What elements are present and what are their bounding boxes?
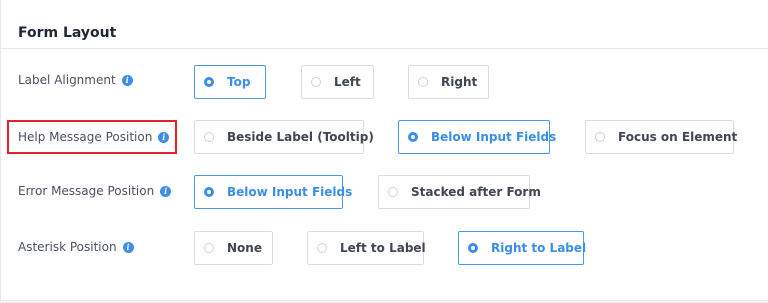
help-message-option-tooltip[interactable]: Beside Label (Tooltip) xyxy=(194,120,374,154)
form-layout-panel: Form Layout Label Alignment i Top Left R… xyxy=(0,0,768,301)
label-alignment-option-top[interactable]: Top xyxy=(194,65,266,99)
info-icon[interactable]: i xyxy=(121,74,133,86)
asterisk-option-left-to-label[interactable]: Left to Label xyxy=(307,231,426,265)
label-alignment-label: Label Alignment i xyxy=(18,73,133,87)
radio-button[interactable] xyxy=(317,243,327,253)
help-message-option-below-input[interactable]: Below Input Fields xyxy=(398,120,556,154)
info-icon[interactable]: i xyxy=(160,185,172,197)
radio-button[interactable] xyxy=(204,77,214,87)
label-alignment-option-left[interactable]: Left xyxy=(301,65,374,99)
section-title: Form Layout xyxy=(18,25,117,41)
radio-button[interactable] xyxy=(388,187,398,197)
radio-button[interactable] xyxy=(204,243,214,253)
radio-button[interactable] xyxy=(595,132,605,142)
error-message-option-stacked[interactable]: Stacked after Form xyxy=(378,175,541,209)
info-icon[interactable]: i xyxy=(122,241,134,253)
asterisk-position-label: Asterisk Position i xyxy=(18,240,134,254)
label-alignment-option-right[interactable]: Right xyxy=(408,65,489,99)
radio-button[interactable] xyxy=(408,132,418,142)
radio-button[interactable] xyxy=(204,187,214,197)
radio-button[interactable] xyxy=(418,77,428,87)
error-message-position-label: Error Message Position i xyxy=(18,184,172,198)
asterisk-option-none[interactable]: None xyxy=(194,231,273,265)
asterisk-option-right-to-label[interactable]: Right to Label xyxy=(458,231,586,265)
radio-button[interactable] xyxy=(311,77,321,87)
help-message-position-label: Help Message Position i xyxy=(18,130,170,144)
radio-button[interactable] xyxy=(204,132,214,142)
help-message-option-focus[interactable]: Focus on Element xyxy=(585,120,737,154)
info-icon[interactable]: i xyxy=(158,131,170,143)
error-message-option-below-input[interactable]: Below Input Fields xyxy=(194,175,352,209)
divider xyxy=(1,48,768,49)
radio-button[interactable] xyxy=(468,243,478,253)
